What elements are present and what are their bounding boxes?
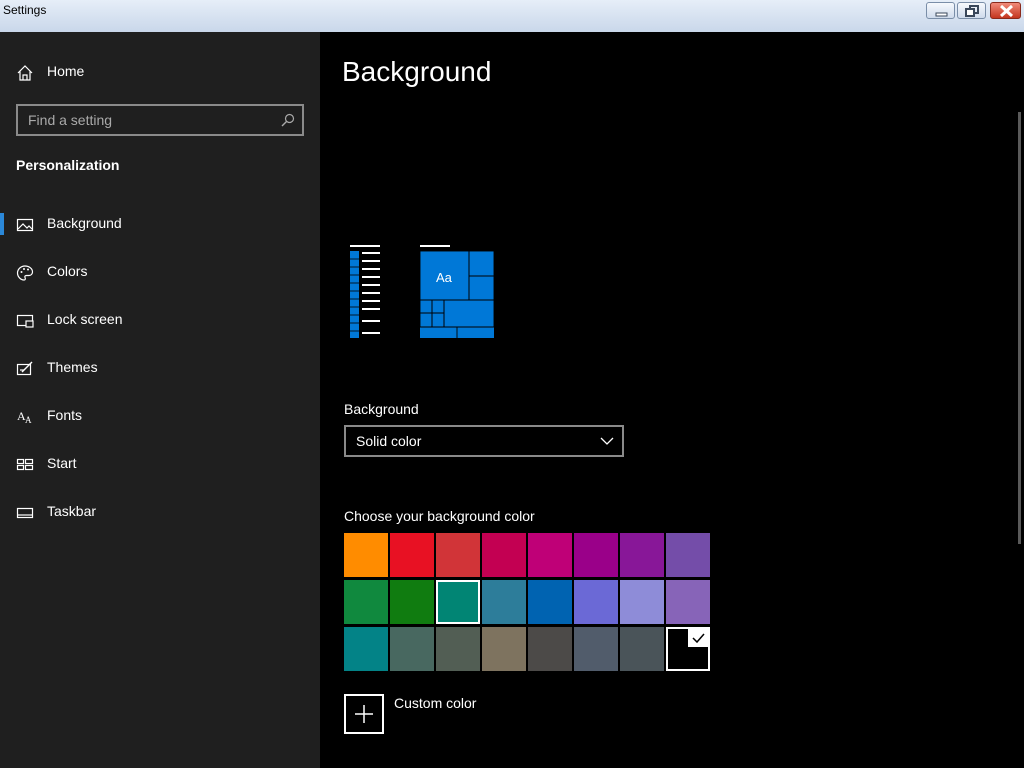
preview-tile-text: Aa	[436, 270, 452, 285]
start-icon	[16, 458, 34, 471]
color-swatch[interactable]	[390, 627, 434, 671]
search-icon[interactable]	[280, 112, 296, 128]
close-icon	[999, 4, 1014, 18]
home-label: Home	[47, 63, 85, 79]
fonts-icon: A A	[17, 409, 32, 425]
color-swatch[interactable]	[666, 627, 710, 671]
color-swatch[interactable]	[620, 580, 664, 624]
page-title: Background	[342, 56, 492, 87]
home-icon	[17, 65, 33, 81]
plus-icon	[355, 705, 373, 723]
section-title: Personalization	[16, 157, 120, 173]
scrollbar[interactable]	[1018, 112, 1021, 544]
custom-color-label: Custom color	[394, 695, 477, 711]
lock-screen-icon	[16, 314, 34, 328]
sidebar-item-label: Lock screen	[47, 311, 123, 327]
title-bar: Settings	[0, 0, 1024, 32]
sidebar: Home Personalization Background Colors L…	[0, 32, 320, 768]
color-swatch[interactable]	[528, 627, 572, 671]
color-swatch[interactable]	[574, 580, 618, 624]
start-menu-preview	[350, 245, 495, 338]
sidebar-item-label: Themes	[47, 359, 98, 375]
color-swatch[interactable]	[574, 533, 618, 577]
palette-icon	[16, 265, 34, 281]
color-swatch[interactable]	[528, 533, 572, 577]
taskbar-icon	[16, 507, 34, 519]
sidebar-item-label: Colors	[47, 263, 88, 279]
color-swatch[interactable]	[482, 533, 526, 577]
minimize-icon	[935, 12, 948, 17]
color-swatch[interactable]	[482, 627, 526, 671]
svg-text:A: A	[25, 415, 32, 425]
restore-icon	[965, 5, 979, 17]
color-swatch[interactable]	[436, 533, 480, 577]
sidebar-item-lock-screen[interactable]: Lock screen	[0, 301, 320, 341]
color-swatch[interactable]	[390, 533, 434, 577]
close-button[interactable]	[990, 2, 1021, 19]
sidebar-item-start[interactable]: Start	[0, 445, 320, 485]
home-link[interactable]: Home	[0, 53, 320, 93]
window-title: Settings	[3, 3, 47, 17]
background-label: Background	[344, 401, 419, 417]
sidebar-item-label: Fonts	[47, 407, 83, 423]
main-panel: Background Aa Background Solid color Cho…	[320, 32, 1024, 768]
sidebar-item-themes[interactable]: Themes	[0, 349, 320, 389]
color-swatch[interactable]	[344, 580, 388, 624]
sidebar-item-colors[interactable]: Colors	[0, 253, 320, 293]
color-swatch[interactable]	[528, 580, 572, 624]
color-swatch[interactable]	[436, 627, 480, 671]
sidebar-item-fonts[interactable]: A A Fonts	[0, 397, 320, 437]
background-dropdown[interactable]: Solid color	[344, 425, 624, 457]
picture-icon	[16, 218, 34, 232]
minimize-button[interactable]	[926, 2, 955, 19]
color-picker-label: Choose your background color	[344, 508, 535, 524]
custom-color-button[interactable]	[344, 694, 384, 734]
sidebar-item-label: Start	[47, 455, 77, 471]
color-swatch[interactable]	[620, 627, 664, 671]
sidebar-item-taskbar[interactable]: Taskbar	[0, 493, 320, 533]
sidebar-item-background[interactable]: Background	[0, 205, 320, 245]
chevron-down-icon	[600, 437, 614, 445]
color-swatch[interactable]	[344, 627, 388, 671]
sidebar-item-label: Background	[47, 215, 122, 231]
themes-icon	[16, 361, 33, 376]
color-swatch[interactable]	[666, 580, 710, 624]
color-swatch[interactable]	[482, 580, 526, 624]
background-dropdown-value: Solid color	[356, 433, 422, 449]
search-box[interactable]	[16, 104, 304, 136]
color-swatch[interactable]	[620, 533, 664, 577]
color-swatch[interactable]	[390, 580, 434, 624]
color-swatch[interactable]	[666, 533, 710, 577]
checkmark-icon	[688, 629, 708, 647]
color-swatch[interactable]	[574, 627, 618, 671]
color-swatch[interactable]	[436, 580, 480, 624]
sidebar-item-label: Taskbar	[47, 503, 97, 519]
color-swatch[interactable]	[344, 533, 388, 577]
restore-button[interactable]	[957, 2, 986, 19]
search-input[interactable]	[28, 111, 268, 129]
color-swatch-grid	[344, 533, 712, 671]
